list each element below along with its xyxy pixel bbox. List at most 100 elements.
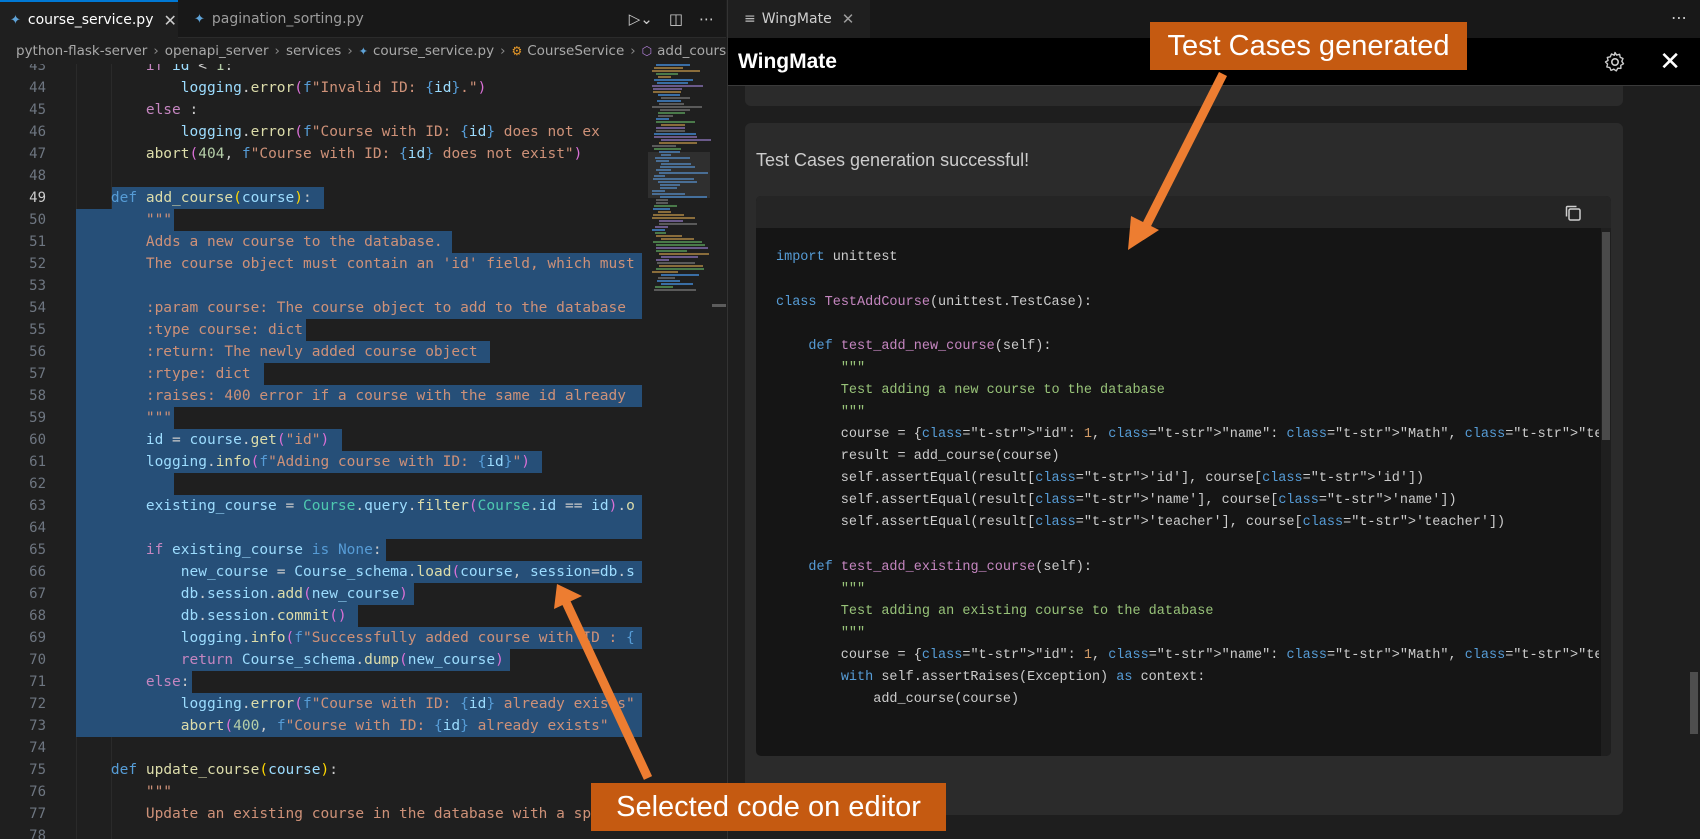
code-text: logging.info(f"Successfully added course… — [180, 630, 635, 646]
breadcrumb-item[interactable]: course_service.py — [373, 43, 494, 59]
code-block-line: import unittest — [776, 250, 898, 265]
method-symbol-icon: ⬡ — [641, 44, 653, 58]
gear-icon[interactable] — [1603, 50, 1627, 74]
code-text: if existing_course is None: — [145, 542, 382, 558]
minimap-line — [654, 205, 677, 207]
minimap-line — [654, 133, 696, 135]
breadcrumb: python-flask-server › openapi_server › ser… — [0, 38, 726, 64]
code-block-line: def test_add_new_course(self): — [808, 339, 1052, 354]
minimap-line — [657, 82, 688, 84]
minimap-line — [653, 241, 702, 243]
line-number: 46 — [29, 124, 46, 140]
minimap-line — [656, 64, 690, 66]
code-line: 73 abort(400, f"Course with ID: {id} alr… — [0, 715, 642, 737]
code-text: def add_course(course): — [110, 190, 312, 206]
tab-pagination-sorting[interactable]: ✦ pagination_sorting.py — [184, 0, 390, 38]
minimap-line — [656, 250, 687, 252]
code-text: logging.error(f"Course with ID: {id} alr… — [180, 696, 635, 712]
previous-message — [745, 86, 1623, 106]
tab-wingmate[interactable]: ≡ WingMate ✕ — [728, 0, 871, 38]
breadcrumb-item[interactable]: openapi_server — [165, 43, 269, 59]
tab-course-service[interactable]: ✦ course_service.py ✕ — [0, 0, 178, 38]
tab-label: course_service.py — [27, 12, 154, 28]
breadcrumb-item[interactable]: services — [286, 43, 341, 59]
more-actions-icon[interactable]: ⋯ — [699, 10, 714, 28]
minimap-line — [655, 232, 666, 234]
line-number: 57 — [29, 366, 46, 382]
code-text: existing_course = Course.query.filter(Co… — [145, 498, 635, 514]
code-block-scroll-thumb[interactable] — [1602, 232, 1610, 440]
close-icon[interactable]: ✕ — [163, 11, 176, 30]
code-line: 51 Adds a new course to the database. — [0, 231, 642, 253]
line-number: 68 — [29, 608, 46, 624]
line-number: 65 — [29, 542, 46, 558]
code-line: 71 else: — [0, 671, 642, 693]
breadcrumb-item[interactable]: CourseService — [527, 43, 624, 59]
breadcrumb-item[interactable]: add_cours — [657, 43, 726, 59]
code-line: 45 else : — [0, 99, 642, 121]
code-line: 56 :return: The newly added course objec… — [0, 341, 642, 363]
code-editor[interactable]: 43 if id < 1: 44 logging.error(f"Invalid… — [0, 64, 642, 839]
code-text: abort(400, f"Course with ID: {id} alread… — [180, 718, 609, 734]
tab-label: pagination_sorting.py — [211, 11, 364, 27]
run-icon[interactable]: ▷⌄ — [629, 10, 653, 28]
panel-scroll-thumb[interactable] — [1690, 672, 1698, 734]
split-editor-icon[interactable]: ◫ — [669, 10, 683, 28]
code-text: logging.error(f"Course with ID: {id} doe… — [180, 124, 600, 140]
code-text: """ — [145, 212, 173, 228]
minimap-line — [658, 94, 680, 96]
line-number: 58 — [29, 388, 46, 404]
annotation-selected-code: Selected code on editor — [591, 783, 946, 831]
code-line: 66 new_course = Course_schema.load(cours… — [0, 561, 642, 583]
code-text: else : — [145, 102, 199, 118]
close-icon[interactable]: ✕ — [842, 10, 855, 28]
line-number: 70 — [29, 652, 46, 668]
preview-icon: ≡ — [744, 11, 756, 27]
editor-scrollbar[interactable] — [712, 64, 726, 839]
code-text: Adds a new course to the database. — [145, 234, 443, 250]
code-text: if id < 1: — [145, 64, 234, 74]
code-block-line: course = {class="t-str">"id": 1, class="… — [776, 427, 1599, 442]
code-line: 60 id = course.get("id") — [0, 429, 642, 451]
line-number: 61 — [29, 454, 46, 470]
minimap-line — [659, 103, 684, 105]
line-number: 47 — [29, 146, 46, 162]
line-number: 59 — [29, 410, 46, 426]
minimap-line — [656, 118, 669, 120]
minimap-line — [656, 259, 669, 261]
minimap-line — [654, 67, 683, 69]
breadcrumb-item[interactable]: python-flask-server — [16, 43, 147, 59]
line-number: 56 — [29, 344, 46, 360]
message-title: Test Cases generation successful! — [756, 150, 1030, 170]
minimap-line — [655, 226, 668, 228]
minimap-line — [653, 208, 670, 210]
minimap-slider[interactable] — [648, 152, 710, 198]
code-text: db.session.commit() — [180, 608, 347, 624]
line-number: 53 — [29, 278, 46, 294]
copy-icon[interactable] — [1563, 203, 1583, 223]
line-number: 71 — [29, 674, 46, 690]
line-number: 67 — [29, 586, 46, 602]
panel-title: WingMate — [738, 50, 837, 73]
line-number: 55 — [29, 322, 46, 338]
code-line: 59 """ — [0, 407, 642, 429]
minimap-line — [658, 76, 671, 78]
line-number: 66 — [29, 564, 46, 580]
code-line: 43 if id < 1: — [0, 64, 642, 77]
annotation-test-cases-generated: Test Cases generated — [1150, 22, 1467, 70]
generated-code-block[interactable]: import unittest class TestAddCourse(unitt… — [756, 196, 1611, 756]
code-line: 63 existing_course = Course.query.filter… — [0, 495, 642, 517]
code-block-line: Test adding a new course to the database — [776, 383, 1165, 398]
code-text: :return: The newly added course object — [145, 344, 478, 360]
code-text: """ — [145, 784, 173, 800]
code-text: :rtype: dict — [145, 366, 251, 382]
more-actions-icon[interactable]: ⋯ — [1671, 0, 1687, 38]
python-file-icon: ✦ — [358, 44, 368, 58]
minimap-line — [655, 286, 673, 288]
code-block-line: result = add_course(course) — [776, 449, 1060, 464]
code-block-line: """ — [840, 361, 866, 376]
minimap-line — [652, 70, 700, 72]
close-panel-icon[interactable]: ✕ — [1659, 45, 1681, 79]
minimap-line — [658, 211, 671, 213]
minimap-line — [661, 139, 711, 141]
